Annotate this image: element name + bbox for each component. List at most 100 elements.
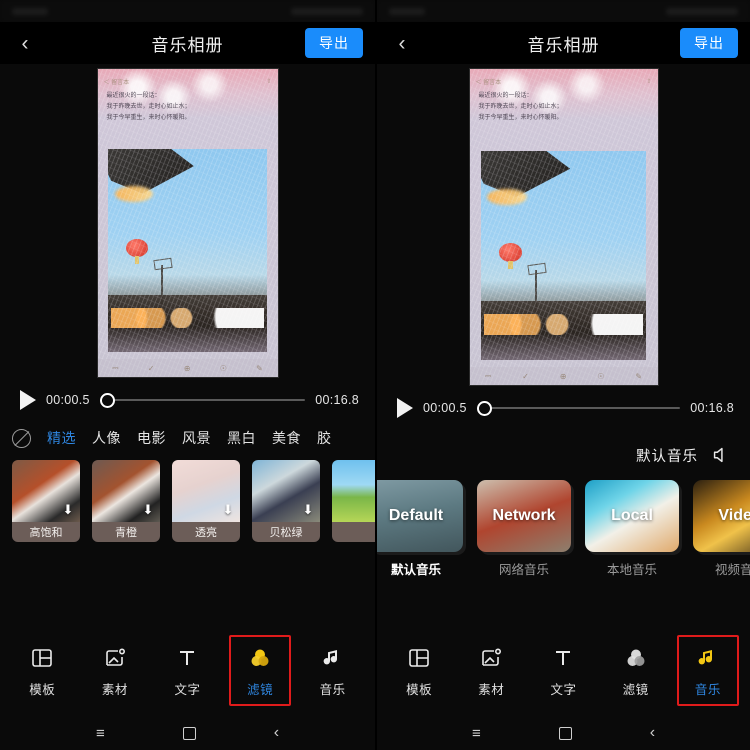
total-time: 00:16.8 <box>690 401 734 415</box>
template-icon <box>30 645 54 671</box>
toolbar-item-label: 文字 <box>550 683 577 697</box>
toolbar-item-filter[interactable]: 滤镜 <box>229 635 292 706</box>
preview-lantern <box>125 238 148 265</box>
play-icon[interactable] <box>397 398 413 418</box>
star-circle-icon: ☉ <box>597 371 605 381</box>
material-image-icon <box>103 645 127 671</box>
music-cover-text: Default <box>388 507 444 524</box>
filter-thumb-partial[interactable] <box>332 460 375 542</box>
filter-circles-icon <box>248 645 272 671</box>
preview-photo <box>108 149 267 353</box>
slider-track <box>488 407 681 409</box>
progress-slider[interactable] <box>99 391 306 409</box>
slider-knob[interactable] <box>476 400 492 416</box>
toolbar-item-template[interactable]: 模板 <box>388 635 450 706</box>
app-header: ‹ 音乐相册 导出 <box>0 22 375 64</box>
toolbar-item-material[interactable]: 素材 <box>460 635 522 706</box>
status-bar <box>0 0 375 22</box>
filter-thumb-beisonglv[interactable]: ⬇ 贝松绿 <box>252 460 320 542</box>
preview-text-line-3: 我于今早重生，来时心怀暖阳。 <box>478 115 563 122</box>
music-source-local[interactable]: Local 本地音乐 <box>585 480 679 578</box>
filter-category-fengjing[interactable]: 风景 <box>182 428 211 448</box>
status-bar-right-blur <box>291 7 363 15</box>
home-square-icon[interactable] <box>182 726 196 740</box>
player-controls: 00:00.5 00:16.8 <box>377 386 750 428</box>
slider-track <box>111 399 306 401</box>
toolbar-item-text[interactable]: 文字 <box>156 635 218 706</box>
filter-circles-icon <box>624 645 648 671</box>
export-button[interactable]: 导出 <box>305 28 363 58</box>
edit-icon: ✎ <box>256 363 263 373</box>
preview-night-lights <box>111 307 264 328</box>
status-bar <box>377 0 750 22</box>
play-icon[interactable] <box>20 390 36 410</box>
filter-thumb-qingcheng[interactable]: ⬇ 青橙 <box>92 460 160 542</box>
music-note-icon <box>696 645 720 671</box>
toolbar-item-label: 模板 <box>406 683 433 697</box>
music-header: 默认音乐 <box>377 428 750 478</box>
template-icon <box>407 645 431 671</box>
toolbar-item-label: 素材 <box>101 683 128 697</box>
plus-circle-icon: ⊕ <box>183 363 191 373</box>
toolbar-item-music[interactable]: 音乐 <box>302 635 364 706</box>
filter-thumb-touliang[interactable]: ⬇ 透亮 <box>172 460 240 542</box>
filter-category-jiaopian[interactable]: 胶 <box>317 428 332 448</box>
download-arrow-icon[interactable]: ⬇ <box>301 503 315 517</box>
check-circle-icon: ✓ <box>147 363 155 373</box>
download-arrow-icon[interactable]: ⬇ <box>221 503 235 517</box>
back-icon[interactable]: ‹ <box>12 30 38 56</box>
toolbar-item-material[interactable]: 素材 <box>84 635 146 706</box>
download-arrow-icon[interactable]: ⬇ <box>61 503 75 517</box>
toolbar-item-music[interactable]: 音乐 <box>676 635 739 706</box>
toolbar-item-label: 滤镜 <box>247 683 274 697</box>
preview-text-block: 最近很火的一段话： 我于昨晚去世，走时心如止水； 我于今早重生，来时心怀暖阳。 <box>479 91 649 124</box>
preview-photo <box>480 151 647 360</box>
current-time: 00:00.5 <box>46 393 90 407</box>
share-icon: ⇧ <box>646 78 652 85</box>
toolbar-item-text[interactable]: 文字 <box>532 635 594 706</box>
toolbar-item-template[interactable]: 模板 <box>11 635 73 706</box>
music-source-video[interactable]: Video 视频音乐 <box>693 480 750 578</box>
preview-roof-glow <box>114 185 153 202</box>
music-cover-text: Video <box>718 507 750 524</box>
back-icon[interactable]: ‹ <box>389 30 415 56</box>
total-time: 00:16.8 <box>315 393 359 407</box>
home-square-icon[interactable] <box>558 726 572 740</box>
filter-thumb-gaobaohe[interactable]: ⬇ 高饱和 <box>12 460 80 542</box>
android-navbar: ≡ ‹ <box>0 716 375 750</box>
music-cover-text: Network <box>492 507 556 524</box>
filter-category-meishi[interactable]: 美食 <box>272 428 301 448</box>
status-bar-left-blur <box>12 7 48 15</box>
music-source-label: 本地音乐 <box>606 563 657 577</box>
toolbar-item-label: 文字 <box>174 683 201 697</box>
app-header: ‹ 音乐相册 导出 <box>377 22 750 64</box>
filter-thumb-image: ⬇ <box>252 460 320 522</box>
star-circle-icon: ☉ <box>219 363 227 373</box>
preview-night-lights <box>484 313 643 335</box>
filter-category-heibai[interactable]: 黑白 <box>227 428 256 448</box>
slider-knob[interactable] <box>99 392 115 408</box>
music-source-label: 网络音乐 <box>498 563 549 577</box>
toolbar-item-filter[interactable]: 滤镜 <box>605 635 667 706</box>
download-arrow-icon[interactable]: ⬇ <box>141 503 155 517</box>
recent-apps-icon[interactable]: ≡ <box>96 726 105 741</box>
nav-back-icon[interactable]: ‹ <box>274 725 279 741</box>
speaker-icon[interactable] <box>710 444 732 466</box>
music-source-network[interactable]: Network 网络音乐 <box>477 480 571 578</box>
text-icon <box>175 645 199 671</box>
filter-category-renxiang[interactable]: 人像 <box>92 428 121 448</box>
recent-apps-icon[interactable]: ≡ <box>472 726 481 741</box>
progress-slider[interactable] <box>476 399 681 417</box>
filter-category-jingxuan[interactable]: 精选 <box>47 428 76 448</box>
filter-thumb-label: 青橙 <box>92 522 160 542</box>
video-preview[interactable]: ＜ 留言本 ⇧ 最近很火的一段话： 我于昨晚去世，走时心如止水； 我于今早重生，… <box>468 68 659 386</box>
video-preview[interactable]: ＜ 留言本 ⇧ 最近很火的一段话： 我于昨晚去世，走时心如止水； 我于今早重生，… <box>96 68 279 378</box>
toolbar-item-label: 素材 <box>478 683 505 697</box>
music-source-default[interactable]: Default 默认音乐 <box>377 480 463 578</box>
export-button[interactable]: 导出 <box>680 28 738 58</box>
preview-text-line-1: 最近很火的一段话： <box>478 93 533 99</box>
nav-back-icon[interactable]: ‹ <box>650 725 655 741</box>
filter-category-dianying[interactable]: 电影 <box>137 428 166 448</box>
music-cover: Video <box>693 480 750 552</box>
no-filter-icon[interactable] <box>12 428 31 448</box>
